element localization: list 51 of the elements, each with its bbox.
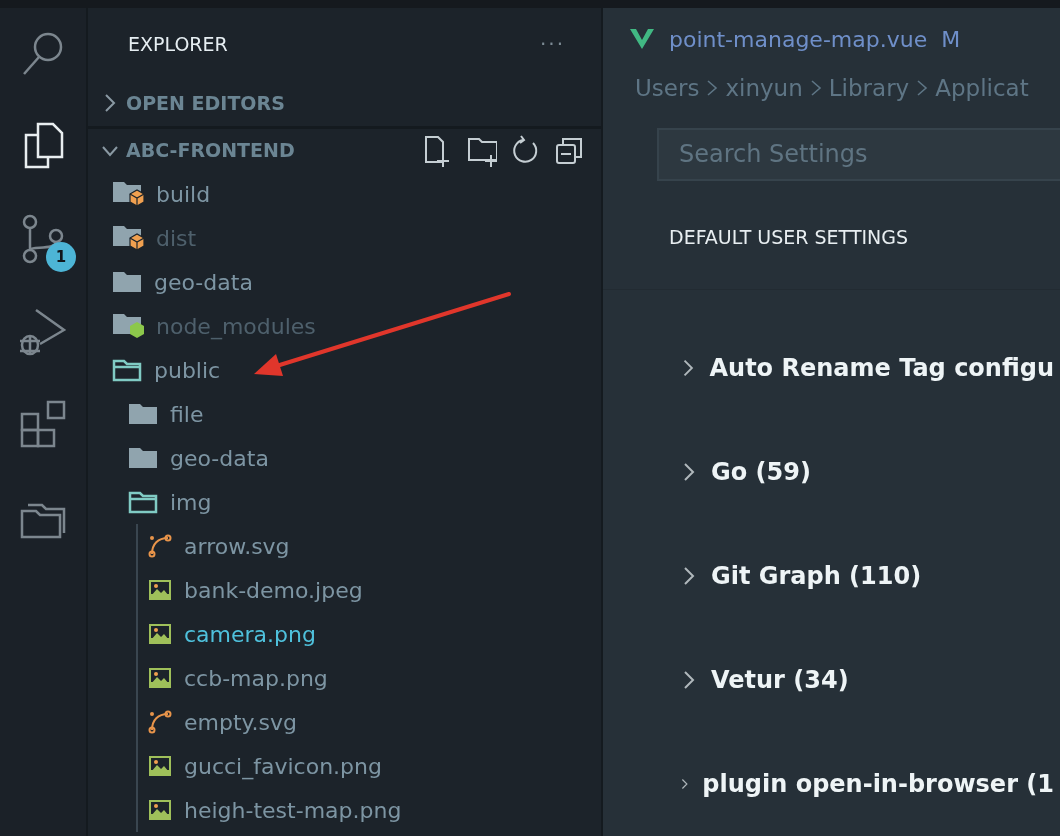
image-file-icon bbox=[148, 578, 172, 602]
sidebar-title: EXPLORER bbox=[128, 31, 228, 57]
settings-scope-tab[interactable]: DEFAULT USER SETTINGS bbox=[669, 225, 909, 248]
search-settings-field[interactable]: Search Settings bbox=[657, 128, 1060, 181]
settings-group[interactable]: Vetur (34) bbox=[603, 628, 1060, 732]
folder-icon bbox=[128, 402, 158, 426]
package-folder-icon bbox=[112, 224, 144, 252]
settings-group[interactable]: Go (59) bbox=[603, 420, 1060, 524]
chevron-right-icon bbox=[915, 78, 930, 99]
vector-path-icon bbox=[148, 534, 172, 558]
explorer-entry[interactable]: camera.png bbox=[138, 612, 601, 656]
folder-row[interactable]: geo-data bbox=[88, 436, 601, 480]
explorer-entry[interactable]: arrow.svg bbox=[138, 524, 601, 568]
folder-row[interactable]: public bbox=[88, 348, 601, 392]
more-actions-button[interactable]: ··· bbox=[533, 28, 571, 60]
folder-row[interactable]: file bbox=[88, 392, 601, 436]
vector-path-icon bbox=[148, 710, 172, 734]
explorer-entry[interactable]: bank-demo.jpeg bbox=[138, 568, 601, 612]
image-file-icon bbox=[148, 666, 172, 690]
open-folder-icon bbox=[112, 358, 142, 382]
image-file-icon bbox=[148, 622, 172, 646]
explorer-entry[interactable]: heigh-test-map.png bbox=[138, 788, 601, 832]
explorer-entry[interactable]: ccb-map.png bbox=[138, 656, 601, 700]
image-file-icon bbox=[148, 798, 172, 822]
node-folder-icon bbox=[112, 312, 144, 340]
folder-icon bbox=[112, 270, 142, 294]
breadcrumb-item[interactable]: Library bbox=[828, 70, 910, 106]
breadcrumb-item[interactable]: xinyun bbox=[725, 70, 803, 106]
notification-badge: 1 bbox=[46, 242, 76, 272]
tab-title[interactable]: point-manage-map.vue bbox=[669, 22, 928, 56]
image-file-icon bbox=[148, 754, 172, 778]
settings-group[interactable]: plugin open-in-browser (1 bbox=[603, 732, 1060, 836]
modified-indicator: M bbox=[941, 25, 961, 54]
section-header[interactable]: ABC-FRONTEND bbox=[88, 126, 601, 172]
explorer-entry[interactable]: gucci_favicon.png bbox=[138, 744, 601, 788]
folder-icon bbox=[128, 446, 158, 470]
activity-run-debug-button[interactable] bbox=[18, 307, 68, 357]
activity-extensions-button[interactable] bbox=[18, 400, 68, 450]
vue-logo-icon bbox=[629, 28, 655, 51]
folder-row[interactable]: build bbox=[88, 172, 601, 216]
open-folder-icon bbox=[128, 490, 158, 514]
settings-group[interactable]: Auto Rename Tag configu bbox=[603, 316, 1060, 420]
breadcrumb-item[interactable]: Applicat bbox=[935, 70, 1029, 106]
section-header[interactable]: OPEN EDITORS bbox=[88, 80, 601, 126]
chevron-right-icon bbox=[705, 78, 720, 99]
package-folder-icon bbox=[112, 180, 144, 208]
breadcrumb-item[interactable]: Users bbox=[635, 70, 700, 106]
explorer-entry[interactable]: empty.svg bbox=[138, 700, 601, 744]
folder-row[interactable]: geo-data bbox=[88, 260, 601, 304]
folder-row[interactable]: img bbox=[88, 480, 601, 524]
settings-group[interactable]: Git Graph (110) bbox=[603, 524, 1060, 628]
